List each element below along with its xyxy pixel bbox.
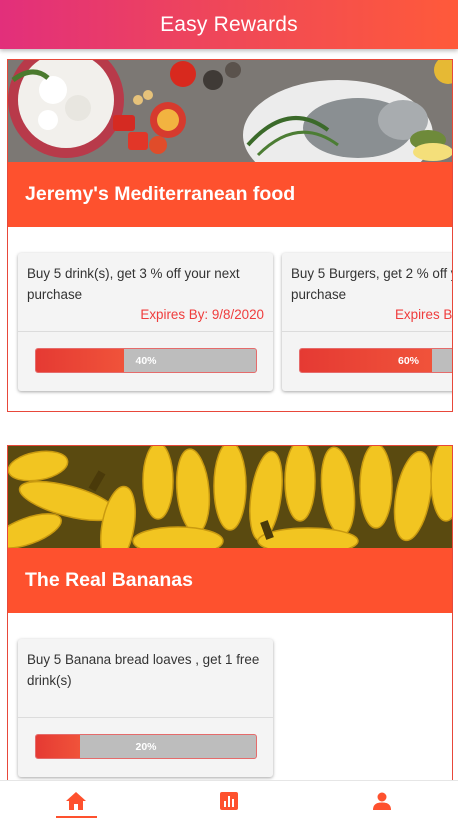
reward-expiry: Expires By: 9/8/2020 (395, 307, 453, 322)
bananas-photo (8, 446, 452, 548)
divider (18, 331, 273, 332)
bottom-navigation (0, 780, 458, 820)
reward-expiry: Expires By: 9/8/2020 (140, 307, 264, 322)
person-icon (372, 792, 391, 810)
nav-stats[interactable] (153, 781, 306, 820)
store-name: Jeremy's Mediterranean food (25, 183, 296, 205)
divider (282, 331, 452, 332)
chart-icon (220, 791, 238, 810)
reward-card[interactable]: Buy 5 Burgers, get 2 % off your next pur… (282, 253, 453, 391)
home-icon (66, 791, 87, 810)
mediterranean-food-photo (8, 60, 452, 162)
progress-label: 60% (398, 354, 420, 367)
store-header: Jeremy's Mediterranean food (8, 162, 452, 227)
reward-description: Buy 5 drink(s), get 3 % off your next pu… (27, 266, 240, 302)
rewards-carousel[interactable]: Buy 5 Banana bread loaves , get 1 free d… (8, 613, 452, 780)
store-card[interactable]: The Real Bananas Buy 5 Banana bread loav… (7, 445, 453, 780)
reward-progress-bar: 20% (35, 734, 257, 759)
divider (18, 717, 273, 718)
reward-description: Buy 5 Burgers, get 2 % off your next pur… (291, 266, 452, 302)
store-header: The Real Bananas (8, 548, 452, 613)
nav-profile[interactable] (305, 781, 458, 820)
nav-home[interactable] (0, 781, 153, 820)
rewards-carousel[interactable]: Buy 5 drink(s), get 3 % off your next pu… (8, 227, 453, 411)
reward-card[interactable]: Buy 5 drink(s), get 3 % off your next pu… (18, 253, 273, 391)
app-title: Easy Rewards (160, 12, 298, 36)
progress-label: 40% (135, 354, 157, 367)
app-header: Easy Rewards (0, 0, 458, 49)
reward-progress-bar: 60% (299, 348, 452, 373)
store-list[interactable]: Jeremy's Mediterranean food Buy 5 drink(… (0, 49, 458, 780)
store-card[interactable]: Jeremy's Mediterranean food Buy 5 drink(… (7, 59, 453, 412)
store-name: The Real Bananas (25, 569, 193, 591)
reward-progress-bar: 40% (35, 348, 257, 373)
reward-description: Buy 5 Banana bread loaves , get 1 free d… (27, 652, 260, 688)
progress-label: 20% (135, 740, 157, 753)
reward-card[interactable]: Buy 5 Banana bread loaves , get 1 free d… (18, 639, 273, 777)
